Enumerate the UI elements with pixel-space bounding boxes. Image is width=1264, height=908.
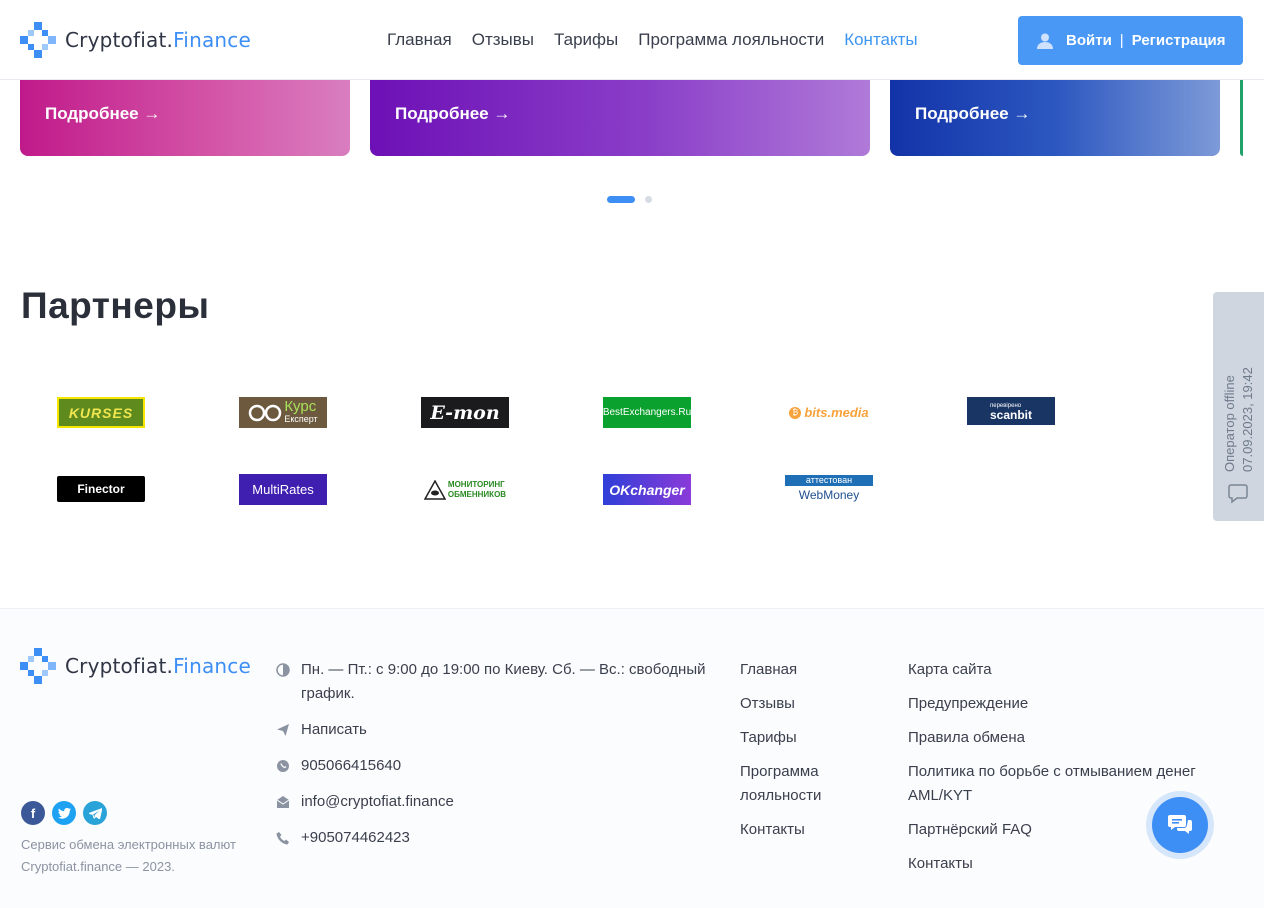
bitcoin-icon: ₿	[789, 406, 802, 419]
partner-logo-emon[interactable]: E-mon	[421, 397, 509, 428]
phone-icon	[276, 832, 289, 845]
nav-home[interactable]: Главная	[387, 30, 452, 50]
brand-name: Cryptofiat.Finance	[65, 28, 251, 52]
whatsapp-icon	[277, 760, 289, 772]
partner-logo-kurs-expert[interactable]: Курс Експерт	[239, 397, 327, 428]
footer-brand-name: Cryptofiat.Finance	[65, 654, 251, 678]
footer-link-tariffs[interactable]: Тарифы	[740, 726, 797, 750]
nav-contacts[interactable]: Контакты	[844, 30, 917, 50]
footer-schedule: Пн. — Пт.: с 9:00 до 19:00 по Киеву. Сб.…	[276, 658, 716, 706]
auth-separator: |	[1119, 32, 1124, 49]
partner-logo-okchanger[interactable]: OKchanger	[603, 474, 691, 505]
footer-link-home[interactable]: Главная	[740, 658, 797, 682]
email-icon	[276, 796, 290, 808]
footer-link-exchange-rules[interactable]: Правила обмена	[908, 726, 1025, 750]
twitter-icon[interactable]	[52, 801, 76, 825]
login-label[interactable]: Войти	[1066, 32, 1112, 49]
operator-status-tab[interactable]: Оператор offline 07.09.2023, 19:42	[1213, 292, 1264, 521]
footer-link-warning[interactable]: Предупреждение	[908, 692, 1028, 716]
eye-pyramid-icon	[423, 479, 446, 500]
register-label[interactable]: Регистрация	[1132, 32, 1226, 49]
partner-logo-webmoney[interactable]: аттестован WebMoney	[785, 474, 873, 505]
user-icon	[1037, 33, 1053, 49]
social-links: f	[21, 801, 107, 825]
footer-copyright: Сервис обмена электронных валют Cryptofi…	[21, 837, 236, 874]
slider-dot[interactable]	[645, 196, 652, 203]
partner-logo-scanbit[interactable]: перевірено scanbit	[967, 397, 1055, 425]
partners-title: Партнеры	[21, 285, 210, 326]
slider-pagination	[607, 196, 652, 203]
partner-logo-multirates[interactable]: MultiRates	[239, 474, 327, 505]
footer-write-link[interactable]: Написать	[276, 718, 367, 742]
promo-card-cta[interactable]: Подробнее →	[395, 104, 510, 123]
promo-card-cta[interactable]: Подробнее →	[915, 104, 1030, 123]
nav-tariffs[interactable]: Тарифы	[554, 30, 618, 50]
logo-mark-icon	[20, 648, 56, 684]
footer-phone[interactable]: +905074462423	[276, 826, 410, 850]
promo-card-3[interactable]: Подробнее →	[890, 80, 1220, 156]
footer-email[interactable]: info@cryptofiat.finance	[276, 790, 454, 814]
footer-brand-logo[interactable]: Cryptofiat.Finance	[20, 648, 251, 684]
brand-logo[interactable]: Cryptofiat.Finance	[20, 22, 251, 58]
promo-card-2[interactable]: Подробнее →	[370, 80, 870, 156]
operator-datetime: 07.09.2023, 19:42	[1240, 367, 1255, 472]
partner-logo-finector[interactable]: Finector	[57, 476, 145, 502]
partner-logo-monitoring[interactable]: МОНИТОРИНГ ОБМЕННИКОВ	[421, 474, 509, 505]
logo-mark-icon	[20, 22, 56, 58]
promo-card-1[interactable]: Подробнее →	[20, 80, 350, 156]
footer-link-partner-faq[interactable]: Партнёрский FAQ	[908, 818, 1032, 842]
slider-dot-active[interactable]	[607, 196, 635, 203]
site-header: Cryptofiat.Finance Главная Отзывы Тарифы…	[0, 0, 1264, 80]
partner-logo-bitsmedia[interactable]: ₿ bits.media	[785, 397, 873, 428]
partner-logo-kurses[interactable]: KURSES	[57, 397, 145, 428]
chat-bubbles-icon	[1168, 815, 1192, 834]
promo-card-cta[interactable]: Подробнее →	[45, 104, 160, 123]
chat-widget-button[interactable]	[1146, 791, 1214, 859]
partner-logo-bestexchangers[interactable]: BestExchangers.Ru	[603, 397, 691, 428]
glasses-icon	[249, 404, 282, 421]
telegram-icon[interactable]	[83, 801, 107, 825]
promo-card-4-edge[interactable]	[1240, 80, 1243, 156]
footer-link-contacts-2[interactable]: Контакты	[908, 852, 973, 876]
send-icon	[277, 724, 289, 736]
nav-reviews[interactable]: Отзывы	[472, 30, 534, 50]
operator-status: Оператор offline	[1222, 375, 1237, 472]
footer-link-contacts[interactable]: Контакты	[740, 818, 805, 842]
login-register-button[interactable]: Войти | Регистрация	[1018, 16, 1243, 65]
clock-icon	[276, 663, 290, 677]
nav-loyalty[interactable]: Программа лояльности	[638, 30, 824, 50]
facebook-icon[interactable]: f	[21, 801, 45, 825]
chat-operator-icon	[1228, 484, 1248, 504]
footer-link-sitemap[interactable]: Карта сайта	[908, 658, 992, 682]
main-nav: Главная Отзывы Тарифы Программа лояльнос…	[387, 30, 918, 50]
footer-whatsapp[interactable]: 905066415640	[276, 754, 401, 778]
footer-link-loyalty[interactable]: Программа лояльности	[740, 760, 850, 808]
footer-link-reviews[interactable]: Отзывы	[740, 692, 795, 716]
